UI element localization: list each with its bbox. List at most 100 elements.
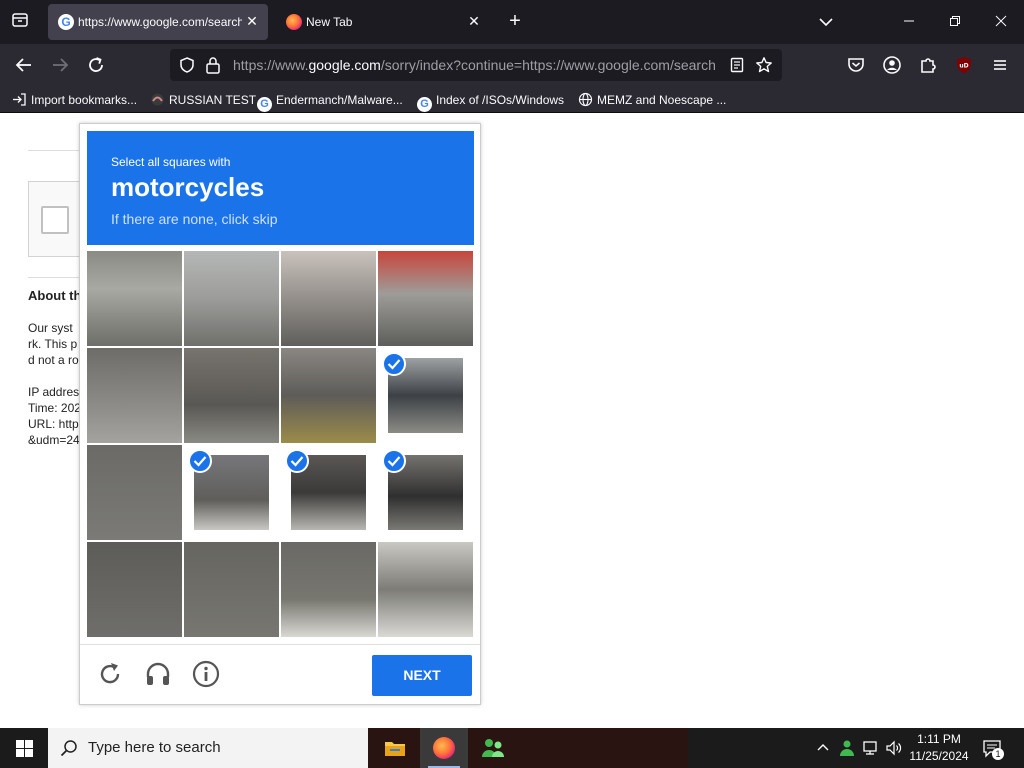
challenge-tile[interactable] (378, 348, 473, 443)
selected-checkmark-icon (382, 449, 406, 473)
challenge-tile[interactable] (281, 445, 376, 540)
url-bar[interactable]: https://www.google.com/sorry/index?conti… (170, 49, 782, 81)
tracking-protection-shield-icon[interactable] (178, 56, 196, 74)
selected-checkmark-icon (382, 352, 406, 376)
close-window-button[interactable] (987, 8, 1015, 36)
challenge-tile[interactable] (281, 542, 376, 637)
start-button[interactable] (0, 728, 48, 768)
reload-challenge-button[interactable] (95, 659, 125, 689)
url-domain: google.com (308, 57, 381, 73)
help-button[interactable] (191, 659, 221, 689)
reload-button[interactable] (84, 53, 108, 77)
url-prefix: https://www. (233, 57, 309, 73)
close-tab-icon[interactable]: ✕ (244, 13, 260, 29)
chevron-down-icon (819, 18, 833, 27)
reader-view-icon[interactable] (729, 57, 745, 73)
app-menu-button[interactable] (988, 53, 1012, 77)
page-content: About th Our syst rk. This p d not a ro … (0, 113, 1024, 728)
search-icon (60, 740, 77, 757)
about-heading: About th (28, 288, 82, 303)
google-icon: G (417, 97, 432, 112)
people-icon (482, 739, 504, 757)
challenge-hint: If there are none, click skip (111, 211, 278, 227)
taskbar-people-app[interactable] (469, 728, 517, 768)
back-button[interactable] (12, 53, 36, 77)
volume-icon[interactable] (885, 739, 903, 757)
puzzle-icon (921, 58, 936, 73)
challenge-tile[interactable] (281, 251, 376, 346)
tile-image (87, 251, 182, 346)
tile-image (184, 251, 279, 346)
taskbar-search-box[interactable]: Type here to search (48, 728, 368, 768)
taskbar-firefox[interactable] (420, 728, 468, 768)
list-all-tabs-button[interactable] (814, 11, 838, 33)
recaptcha-checkbox[interactable] (41, 206, 69, 234)
globe-icon (578, 92, 593, 107)
ip-address-label: IP addres (28, 385, 80, 399)
new-tab-button[interactable]: + (503, 10, 527, 34)
ublock-origin-button[interactable]: uD (952, 53, 976, 77)
navigation-toolbar: https://www.google.com/sorry/index?conti… (0, 44, 1024, 86)
challenge-instruction: Select all squares with (111, 155, 231, 169)
chevron-up-icon[interactable] (816, 741, 830, 755)
folder-icon (385, 742, 405, 756)
tab-new-tab[interactable]: New Tab ✕ (276, 4, 490, 40)
audio-challenge-button[interactable] (143, 659, 173, 689)
bookmark-label: Endermanch/Malware... (276, 93, 403, 107)
bookmark-star-icon[interactable] (755, 56, 773, 74)
account-button[interactable] (880, 53, 904, 77)
tab-google-search[interactable]: G https://www.google.com/search ✕ (48, 4, 268, 40)
challenge-tile[interactable] (378, 251, 473, 346)
people-tray-icon[interactable] (838, 739, 856, 757)
clock-date[interactable]: 11/25/2024 (906, 749, 972, 764)
challenge-image-grid (87, 251, 474, 638)
challenge-tile[interactable] (184, 542, 279, 637)
challenge-tile[interactable] (87, 542, 182, 637)
minimize-button[interactable] (895, 8, 923, 36)
bookmark-import[interactable]: Import bookmarks... (12, 91, 137, 109)
close-tab-icon[interactable]: ✕ (466, 13, 482, 29)
tile-image (378, 251, 473, 346)
tile-image (378, 542, 473, 637)
bookmark-label: Index of /ISOs/Windows (436, 93, 565, 107)
firefox-icon (286, 14, 302, 30)
time-label: Time: 202 (28, 401, 81, 415)
explanation-line: rk. This p (28, 337, 78, 351)
restore-button[interactable] (941, 8, 969, 36)
clock-time[interactable]: 1:11 PM (906, 732, 972, 747)
challenge-tile[interactable] (87, 251, 182, 346)
challenge-tile[interactable] (378, 445, 473, 540)
challenge-tile[interactable] (87, 445, 182, 540)
bookmark-memz[interactable]: MEMZ and Noescape ... (578, 91, 726, 109)
firefox-view-button[interactable] (8, 11, 32, 33)
taskbar-file-explorer[interactable] (371, 728, 419, 768)
network-icon[interactable] (862, 739, 880, 757)
tile-image (87, 348, 182, 443)
tile-image (184, 542, 279, 637)
forward-arrow-icon (53, 58, 69, 72)
bookmark-russian-test[interactable]: RUSSIAN TEST (150, 91, 256, 109)
recaptcha-challenge-dialog: Select all squares with motorcycles If t… (79, 123, 481, 705)
challenge-tile[interactable] (378, 542, 473, 637)
ublock-origin-icon: uD (957, 57, 971, 73)
bookmark-label: MEMZ and Noescape ... (597, 93, 727, 107)
lock-icon[interactable] (205, 56, 221, 74)
extensions-button[interactable] (916, 53, 940, 77)
url-text[interactable]: https://www.google.com/sorry/index?conti… (233, 57, 717, 73)
forward-button[interactable] (48, 53, 72, 77)
tile-image (87, 445, 182, 540)
firefox-view-icon (12, 13, 28, 27)
pocket-button[interactable] (844, 53, 868, 77)
challenge-tile[interactable] (184, 348, 279, 443)
next-button[interactable]: NEXT (372, 655, 472, 696)
challenge-tile[interactable] (184, 251, 279, 346)
bookmark-endermanch[interactable]: G Endermanch/Malware... (257, 91, 403, 112)
google-icon: G (257, 97, 272, 112)
reload-icon (100, 663, 120, 684)
restore-icon (950, 16, 960, 26)
bookmark-index-isos[interactable]: G Index of /ISOs/Windows (417, 91, 565, 112)
challenge-tile[interactable] (87, 348, 182, 443)
challenge-tile[interactable] (281, 348, 376, 443)
challenge-tile[interactable] (184, 445, 279, 540)
action-center-button[interactable]: 1 (982, 738, 1004, 760)
